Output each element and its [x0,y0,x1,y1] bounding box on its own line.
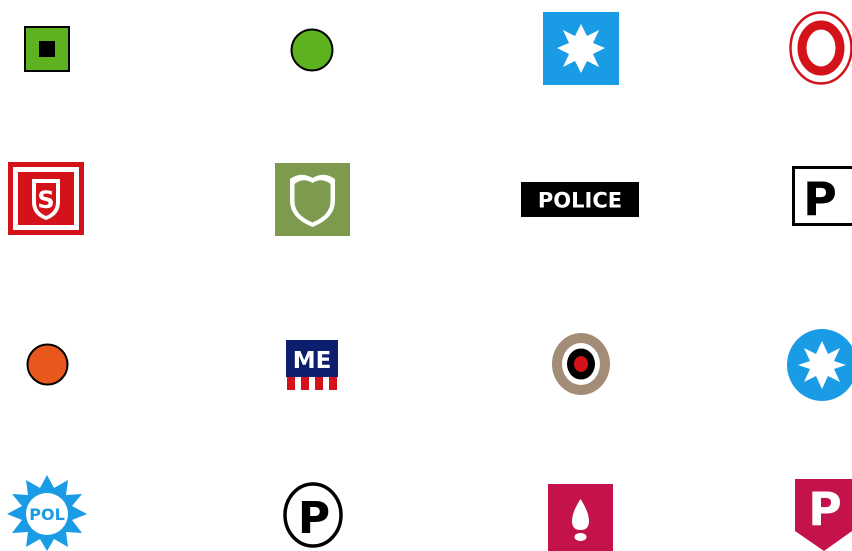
crimson-p-letter: P [808,482,842,536]
pol-star-icon: POL [7,475,87,551]
police-label-icon: POLICE [521,182,639,217]
blue-star-circle-icon [787,329,852,401]
parking-square-letter: P [803,172,837,226]
red-s-shield-icon: S [8,162,84,235]
police-label-text: POLICE [538,189,622,213]
parking-square-icon: P [792,166,852,226]
green-shield-icon [275,163,350,236]
parking-circle-letter: P [298,493,330,544]
crimson-p-pennant-icon: P [795,479,852,551]
me-flag-text: ME [293,348,332,374]
red-ring-icon [789,11,852,85]
pol-star-text: POL [29,505,65,524]
crimson-drop-icon [548,484,613,551]
green-circle-icon [290,28,334,72]
me-flag-icon: ME [286,340,338,390]
parking-circle-icon: P [283,482,343,548]
bullseye-icon [552,333,610,395]
orange-circle-icon [26,343,69,386]
svg-text:S: S [37,186,54,214]
green-square-icon [24,26,70,72]
blue-star-square-icon [543,12,619,85]
